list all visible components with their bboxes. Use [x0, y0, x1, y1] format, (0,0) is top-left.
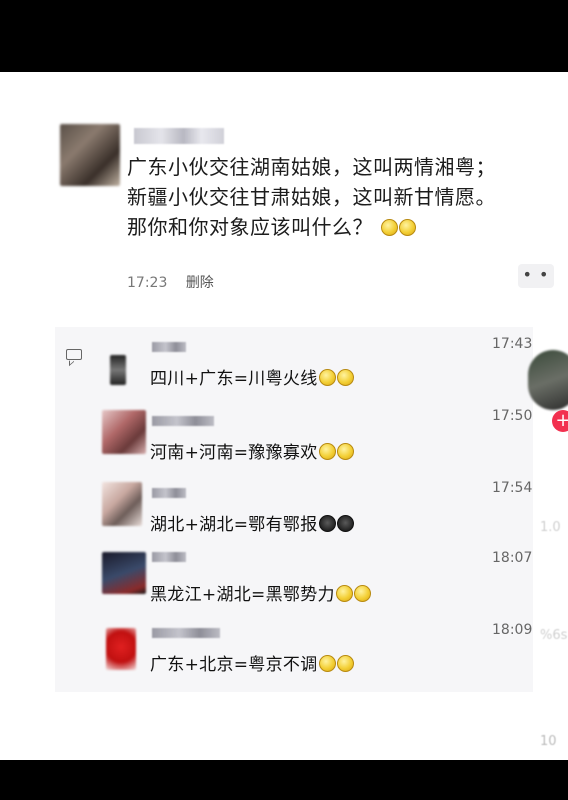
post-time: 17:23 — [127, 275, 168, 291]
embarrassed-emoji-icon — [336, 369, 354, 386]
comment-avatar[interactable] — [102, 410, 146, 454]
side-count-a: 1.0 — [540, 520, 561, 535]
sad-emoji-icon — [336, 443, 354, 460]
post-content: 广东小伙交往湖南姑娘，这叫两情湘粤； 新疆小伙交往甘肃姑娘，这叫新甘情愿。 那你… — [127, 152, 547, 242]
comment-time: 17:50 — [492, 408, 533, 424]
comment-avatar[interactable] — [102, 552, 146, 594]
comment-author-name[interactable] — [152, 552, 186, 562]
post-line-3-text: 那你和你对象应该叫什么？ — [127, 215, 373, 239]
comment-time: 17:43 — [492, 336, 533, 352]
grin-emoji-icon — [380, 219, 398, 236]
owl-emoji-icon — [336, 515, 354, 532]
side-count-c: 10 — [540, 734, 557, 749]
comment-author-name[interactable] — [152, 628, 220, 638]
embarrassed-emoji-icon — [336, 655, 354, 672]
comment-author-name[interactable] — [152, 488, 186, 498]
follow-plus-button[interactable]: + — [552, 410, 568, 432]
comment-text: 黑龙江+湖北=黑鄂势力 — [150, 580, 371, 605]
comment-text: 河南+河南=豫豫寡欢 — [150, 438, 354, 463]
owl-emoji-icon — [318, 515, 336, 532]
post-line-1: 广东小伙交往湖南姑娘，这叫两情湘粤； — [127, 155, 496, 179]
shocked-emoji-icon — [335, 585, 353, 602]
comment-time: 17:54 — [492, 480, 533, 496]
moments-screen: 广东小伙交往湖南姑娘，这叫两情湘粤； 新疆小伙交往甘肃姑娘，这叫新甘情愿。 那你… — [0, 72, 568, 760]
post-author-avatar[interactable] — [60, 124, 120, 186]
side-creator-avatar[interactable] — [528, 350, 568, 410]
comment-time: 18:09 — [492, 622, 533, 638]
grin-emoji-icon — [398, 219, 416, 236]
comment-text: 湖北+湖北=鄂有鄂报 — [150, 510, 354, 535]
comment-avatar[interactable] — [106, 628, 136, 670]
comment-time: 18:07 — [492, 550, 533, 566]
delete-link[interactable]: 删除 — [186, 275, 214, 291]
shocked-emoji-icon — [353, 585, 371, 602]
comment-author-name[interactable] — [152, 342, 186, 352]
comment-avatar[interactable] — [110, 355, 126, 385]
comment-text: 四川+广东=川粤火线 — [150, 364, 354, 389]
comment-avatar[interactable] — [102, 482, 142, 526]
post-line-3: 那你和你对象应该叫什么？ — [127, 212, 547, 242]
comment-bubble-icon — [66, 349, 82, 360]
sad-emoji-icon — [318, 443, 336, 460]
comment-text: 广东+北京=粤京不调 — [150, 650, 354, 675]
embarrassed-emoji-icon — [318, 655, 336, 672]
more-options-button[interactable]: • • — [518, 264, 554, 288]
comment-author-name[interactable] — [152, 416, 214, 426]
post-line-2: 新疆小伙交往甘肃姑娘，这叫新甘情愿。 — [127, 185, 496, 209]
post-author-name-blurred[interactable] — [134, 128, 224, 144]
embarrassed-emoji-icon — [318, 369, 336, 386]
post-meta: 17:23 删除 — [127, 272, 214, 292]
side-count-b: %6s — [540, 628, 568, 643]
